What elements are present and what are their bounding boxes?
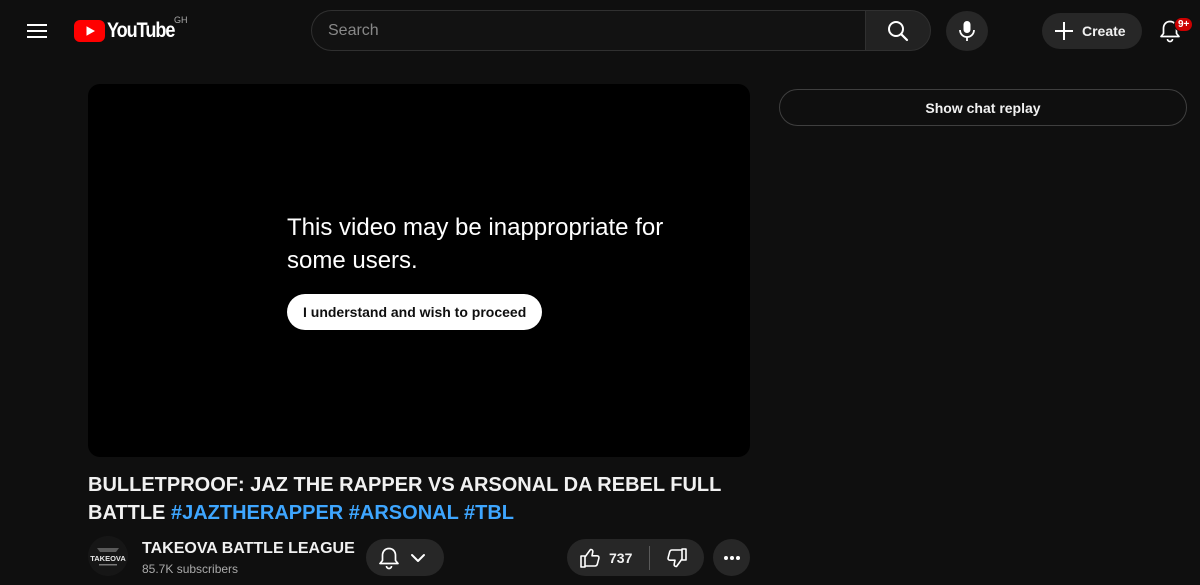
subscription-notifications-button[interactable] xyxy=(366,539,444,576)
notifications-button[interactable]: 9+ xyxy=(1150,11,1194,51)
logo-wordmark: YouTube xyxy=(107,19,175,42)
content-warning: This video may be inappropriate for some… xyxy=(287,211,707,330)
create-label: Create xyxy=(1082,23,1126,39)
video-player[interactable]: This video may be inappropriate for some… xyxy=(88,84,750,457)
video-title: BULLETPROOF: JAZ THE RAPPER VS ARSONAL D… xyxy=(88,471,728,527)
thumbs-up-icon xyxy=(579,547,601,569)
hashtag-link[interactable]: #JAZTHERAPPER xyxy=(171,502,343,524)
plus-icon xyxy=(1054,21,1074,41)
hashtag-link[interactable]: #ARSONAL xyxy=(349,502,459,524)
chevron-down-icon xyxy=(410,553,426,563)
more-actions-button[interactable] xyxy=(713,539,750,576)
create-button[interactable]: Create xyxy=(1042,13,1142,49)
channel-avatar[interactable]: TAKEOVA xyxy=(88,536,128,576)
search-input[interactable] xyxy=(312,11,866,50)
bell-icon xyxy=(378,546,400,570)
like-count: 737 xyxy=(609,549,633,566)
subscriber-count: 85.7K subscribers xyxy=(142,562,239,576)
hamburger-icon xyxy=(27,23,47,39)
mic-icon xyxy=(957,20,977,42)
content-warning-text: This video may be inappropriate for some… xyxy=(287,214,664,274)
search-icon xyxy=(886,19,910,43)
channel-name[interactable]: TAKEOVA BATTLE LEAGUE xyxy=(142,540,355,558)
masthead: YouTube GH Create 9+ xyxy=(0,0,1200,62)
youtube-play-icon xyxy=(74,20,105,42)
voice-search-button[interactable] xyxy=(946,11,988,51)
hashtag-link[interactable]: #TBL xyxy=(464,502,514,524)
thumbs-down-icon xyxy=(666,547,688,569)
country-code: GH xyxy=(174,15,188,25)
more-horizontal-icon xyxy=(723,555,741,561)
like-button[interactable]: 737 xyxy=(567,539,649,576)
youtube-logo[interactable]: YouTube xyxy=(74,20,185,42)
search-box xyxy=(311,10,866,51)
channel-avatar-text: TAKEOVA xyxy=(90,554,126,563)
notification-count-badge: 9+ xyxy=(1174,17,1194,32)
like-dislike-segment: 737 xyxy=(567,539,704,576)
search-button[interactable] xyxy=(865,10,931,51)
show-chat-replay-button[interactable]: Show chat replay xyxy=(779,89,1187,126)
dislike-button[interactable] xyxy=(650,539,704,576)
proceed-button[interactable]: I understand and wish to proceed xyxy=(287,294,543,330)
guide-menu-button[interactable] xyxy=(17,11,57,51)
